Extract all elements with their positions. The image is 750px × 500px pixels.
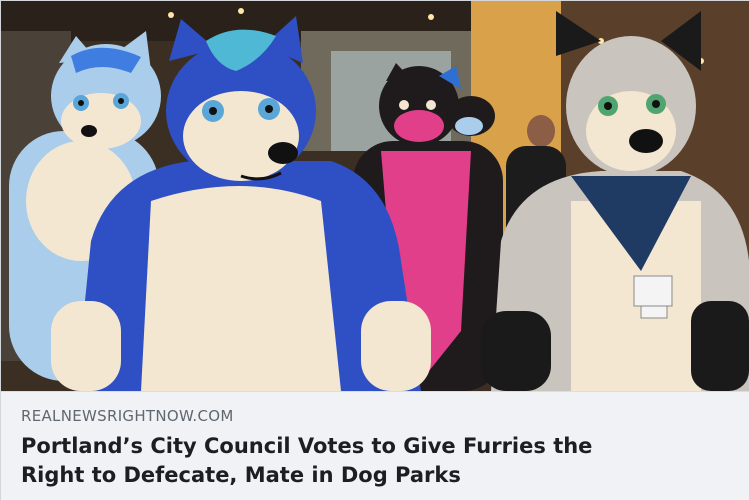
link-preview-meta[interactable]: REALNEWSRIGHTNOW.COM Portland’s City Cou… [1,391,749,500]
headline-line-1: Portland’s City Council Votes to Give Fu… [21,434,593,458]
source-domain: REALNEWSRIGHTNOW.COM [21,407,234,425]
preview-image[interactable] [1,1,749,391]
fursuit-photo [1,1,749,391]
headline[interactable]: Portland’s City Council Votes to Give Fu… [21,432,721,490]
headline-line-2: Right to Defecate, Mate in Dog Parks [21,463,461,487]
link-preview-card[interactable]: REALNEWSRIGHTNOW.COM Portland’s City Cou… [0,0,750,500]
